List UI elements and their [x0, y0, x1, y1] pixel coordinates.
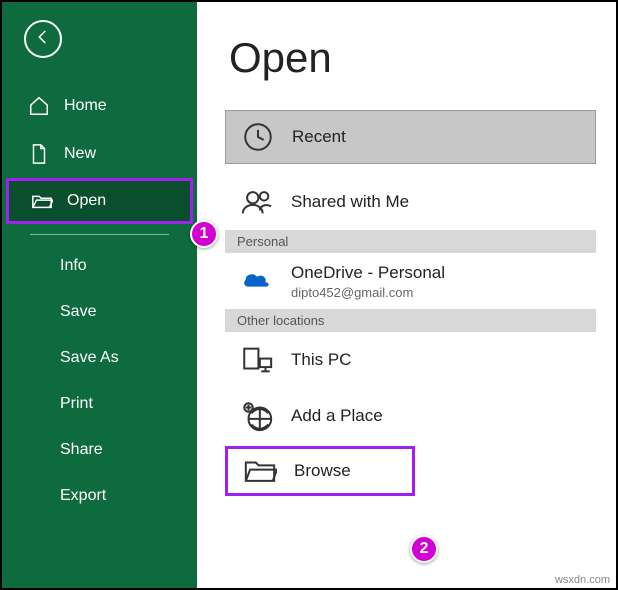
- onedrive-email: dipto452@gmail.com: [291, 285, 445, 300]
- nav-new[interactable]: New: [2, 130, 197, 178]
- main-panel: Open Recent Shared with Me Personal OneD…: [197, 2, 616, 588]
- location-browse[interactable]: Browse: [225, 446, 415, 496]
- browse-folder-icon: [242, 453, 278, 489]
- sidebar-divider: [30, 234, 169, 235]
- thispc-label: This PC: [291, 350, 351, 370]
- nav-open[interactable]: Open: [6, 178, 193, 224]
- addplace-label: Add a Place: [291, 406, 383, 426]
- callout-1: 1: [190, 220, 218, 248]
- watermark: wsxdn.com: [555, 574, 610, 586]
- app-window: Home New Open Info Save Save As Print Sh…: [0, 0, 618, 590]
- nav-print[interactable]: Print: [2, 381, 197, 427]
- pc-icon: [239, 342, 275, 378]
- people-icon: [239, 184, 275, 220]
- addplace-icon: [239, 398, 275, 434]
- nav-share[interactable]: Share: [2, 427, 197, 473]
- location-thispc[interactable]: This PC: [225, 332, 596, 388]
- browse-label: Browse: [294, 461, 351, 481]
- onedrive-icon: [239, 263, 275, 299]
- page-title: Open: [229, 34, 616, 82]
- nav-export[interactable]: Export: [2, 473, 197, 519]
- section-other: Other locations: [225, 309, 596, 332]
- nav-home-label: Home: [64, 97, 107, 115]
- nav-info[interactable]: Info: [2, 243, 197, 289]
- location-addplace[interactable]: Add a Place: [225, 388, 596, 444]
- back-arrow-icon: [34, 28, 52, 51]
- nav-save-as[interactable]: Save As: [2, 335, 197, 381]
- home-icon: [28, 95, 50, 117]
- new-doc-icon: [28, 143, 50, 165]
- open-folder-icon: [31, 190, 53, 212]
- location-recent[interactable]: Recent: [225, 110, 596, 164]
- shared-label: Shared with Me: [291, 192, 409, 212]
- location-onedrive[interactable]: OneDrive - Personal dipto452@gmail.com: [225, 253, 596, 309]
- recent-label: Recent: [292, 127, 346, 147]
- onedrive-title: OneDrive - Personal: [291, 263, 445, 283]
- nav-new-label: New: [64, 145, 96, 163]
- location-shared[interactable]: Shared with Me: [225, 174, 596, 230]
- nav-home[interactable]: Home: [2, 82, 197, 130]
- callout-2: 2: [410, 535, 438, 563]
- nav-open-label: Open: [67, 192, 106, 210]
- back-button[interactable]: [24, 20, 62, 58]
- section-personal: Personal: [225, 230, 596, 253]
- nav-save[interactable]: Save: [2, 289, 197, 335]
- sidebar: Home New Open Info Save Save As Print Sh…: [2, 2, 197, 588]
- clock-icon: [240, 119, 276, 155]
